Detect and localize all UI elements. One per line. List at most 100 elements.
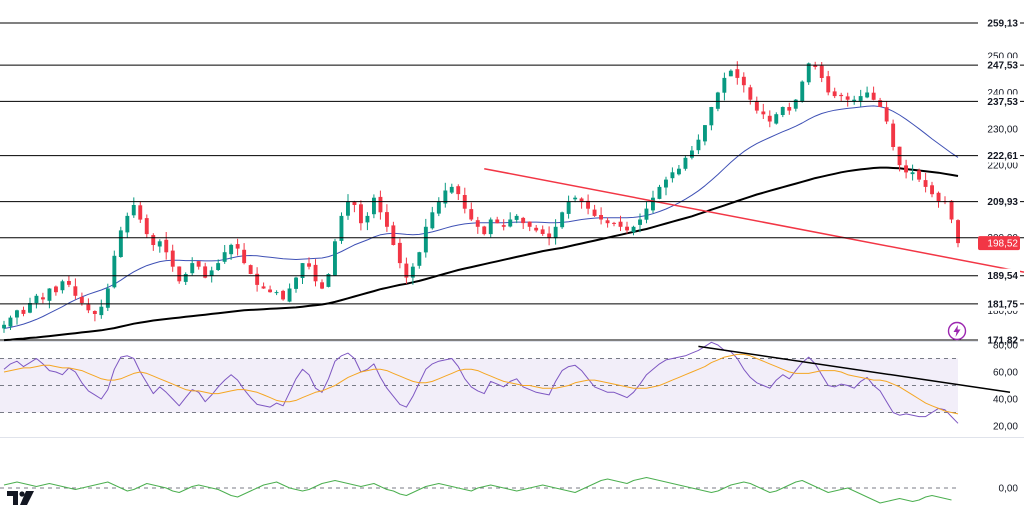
- rsi-tick-label: 60,00: [993, 368, 1018, 379]
- candle-body: [560, 212, 565, 228]
- candle-body: [34, 295, 39, 304]
- trendline-layer: [484, 167, 1024, 273]
- candle-body: [618, 221, 623, 227]
- candle-body: [261, 286, 266, 289]
- candle-body: [949, 200, 954, 220]
- rsi-tick-label: 40,00: [993, 395, 1018, 406]
- candle-body: [651, 197, 655, 211]
- candle-body: [346, 201, 350, 216]
- candle-body: [715, 92, 720, 109]
- candle-body: [566, 201, 571, 214]
- candle-body: [28, 303, 32, 313]
- candle-body: [313, 264, 318, 282]
- candle-body: [767, 115, 772, 122]
- candle-body: [754, 101, 759, 111]
- candle-body: [800, 81, 805, 102]
- level-label: 189,54: [987, 271, 1018, 282]
- candle-body: [761, 111, 766, 115]
- candle-body: [248, 265, 253, 274]
- candle-body: [307, 263, 311, 267]
- candle-body: [423, 226, 428, 253]
- candle-body: [469, 209, 474, 220]
- momentum-line: [3, 477, 952, 504]
- candle-body: [703, 125, 707, 142]
- candle-body: [547, 233, 552, 238]
- tradingview-logo-mark: [7, 491, 34, 505]
- candle-body: [826, 76, 831, 93]
- candle-body: [553, 226, 558, 239]
- candle-body: [54, 286, 58, 293]
- candle-body: [735, 69, 740, 78]
- candle-body: [573, 197, 578, 200]
- candle-body: [664, 179, 668, 188]
- candle-body: [118, 230, 123, 257]
- candle-body: [748, 87, 753, 100]
- last-price-tag: 198,52: [987, 239, 1018, 250]
- candle-body: [15, 310, 19, 318]
- candle-body: [73, 286, 78, 296]
- candle-body: [138, 205, 143, 220]
- candle-body: [216, 263, 221, 270]
- candle-body: [865, 92, 870, 98]
- momentum-tick-label: 0,00: [999, 484, 1019, 495]
- level-lines-layer: 259,13 247,53 237,53 222,61 209,93 189,54 181,…: [0, 16, 1024, 347]
- candle-body: [333, 241, 337, 276]
- candle-body: [41, 297, 45, 300]
- candle-body: [67, 281, 71, 285]
- candle-body: [683, 157, 688, 169]
- candle-body: [131, 205, 136, 216]
- candle-body: [378, 196, 383, 213]
- candle-body: [832, 91, 837, 97]
- candle-body: [164, 239, 169, 253]
- momentum-panel: 0,00: [0, 477, 1019, 504]
- rsi-tick-label: 20,00: [993, 422, 1018, 433]
- candle-body: [488, 219, 493, 235]
- candle-body: [144, 218, 149, 235]
- candle-body: [527, 221, 532, 227]
- candle-body: [125, 215, 130, 233]
- candle-body: [806, 63, 811, 83]
- candle-body: [359, 204, 363, 224]
- rsi-tick-label: 80,00: [993, 341, 1018, 352]
- candle-body: [787, 107, 792, 111]
- chart-svg: 250,00240,00230,00220,00200,00180,00 259…: [0, 16, 1024, 504]
- candle-body: [242, 249, 247, 264]
- candle-body: [274, 292, 279, 294]
- level-label: 259,13: [987, 19, 1018, 30]
- candle-body: [190, 263, 195, 274]
- candle-body: [579, 198, 584, 202]
- chart-area: 250,00240,00230,00220,00200,00180,00 259…: [0, 0, 1024, 518]
- level-label: 209,93: [987, 197, 1018, 208]
- candle-body: [339, 215, 344, 241]
- candle-body: [196, 261, 201, 267]
- candle-body: [956, 220, 960, 244]
- candle-body: [79, 296, 84, 303]
- candle-body: [105, 288, 110, 308]
- candle-body: [170, 250, 175, 267]
- candle-body: [508, 219, 513, 227]
- candle-body: [475, 220, 480, 227]
- level-label: 237,53: [987, 97, 1018, 108]
- level-label: 247,53: [987, 61, 1018, 72]
- level-label: 222,61: [987, 151, 1018, 162]
- candle-body: [845, 96, 850, 100]
- candle-body: [222, 252, 227, 262]
- candle-body: [21, 309, 26, 314]
- candle-body: [917, 170, 921, 180]
- candle-body: [638, 219, 642, 225]
- candle-body: [229, 244, 234, 255]
- candle-body: [449, 186, 454, 193]
- ma200-layer: [3, 166, 959, 342]
- price-tick-label: 230,00: [987, 124, 1018, 135]
- candle-body: [320, 282, 324, 289]
- candle-body: [722, 77, 727, 93]
- candle-body: [157, 241, 162, 247]
- candle-body: [858, 96, 863, 101]
- candle-body: [287, 288, 292, 302]
- candle-body: [910, 172, 915, 175]
- candle-body: [605, 220, 610, 224]
- candle-body: [657, 186, 662, 199]
- candle-body: [871, 92, 876, 100]
- lightning-icon[interactable]: [947, 321, 967, 341]
- candle-body: [352, 201, 357, 205]
